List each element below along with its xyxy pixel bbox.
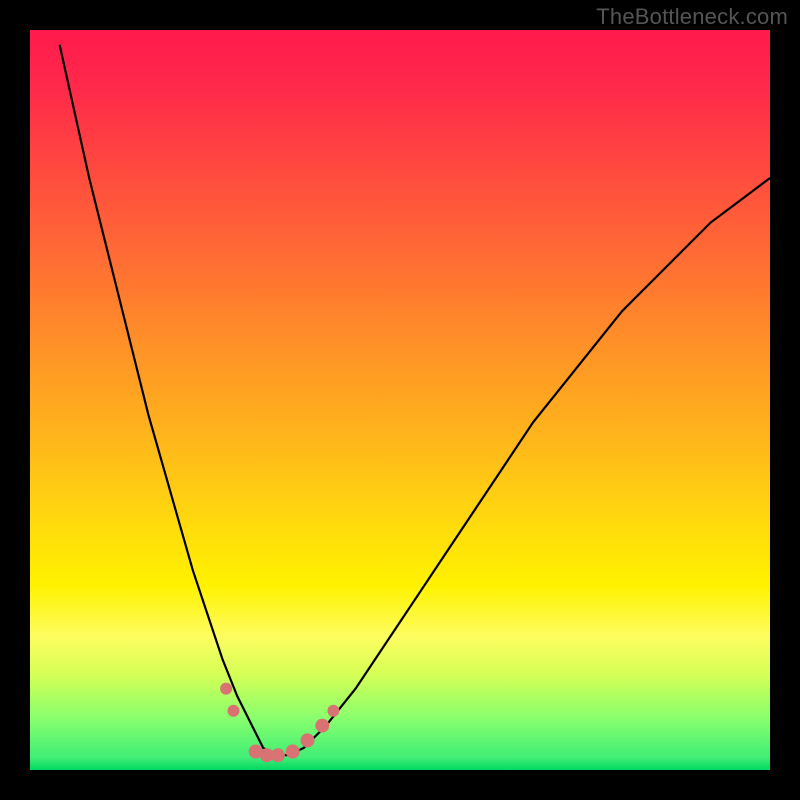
watermark-text: TheBottleneck.com <box>596 4 788 30</box>
data-point <box>220 683 232 695</box>
data-point <box>286 745 300 759</box>
frame: TheBottleneck.com <box>0 0 800 800</box>
plot-area <box>30 30 770 770</box>
data-point <box>228 705 240 717</box>
data-point <box>301 733 315 747</box>
data-point <box>271 748 285 762</box>
data-point <box>315 719 329 733</box>
data-points <box>30 30 770 770</box>
data-point <box>327 705 339 717</box>
